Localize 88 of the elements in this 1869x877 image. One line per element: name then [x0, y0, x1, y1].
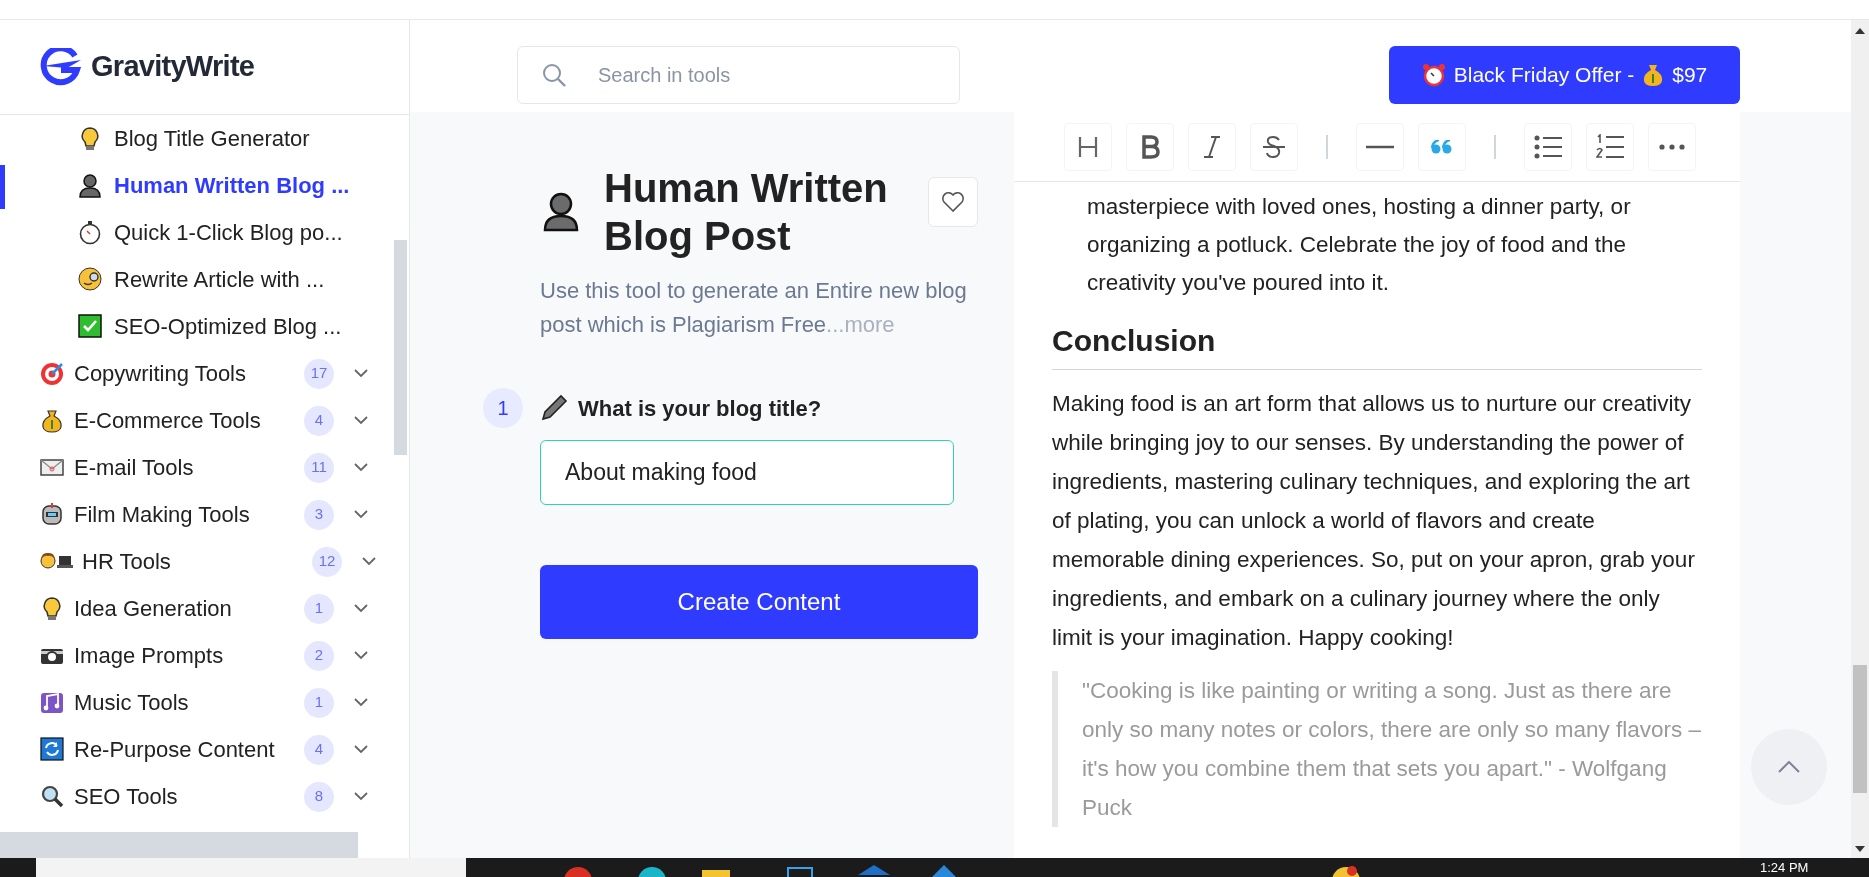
category-item[interactable]: Copywriting Tools: [74, 357, 296, 390]
scrollbar-thumb[interactable]: [1853, 665, 1867, 793]
category-item[interactable]: Idea Generation: [74, 592, 296, 625]
offer-button[interactable]: Black Friday Offer - $97: [1389, 46, 1740, 104]
favorite-button[interactable]: [928, 177, 978, 227]
count-badge: 2: [304, 640, 334, 671]
app-icon[interactable]: [636, 865, 668, 877]
logo-text: GravityWrite: [91, 49, 255, 85]
pencil-icon: [540, 394, 568, 422]
horizontal-rule-button[interactable]: [1356, 122, 1404, 171]
step-number: 1: [483, 388, 523, 428]
list-item-text: masterpiece with loved ones, hosting a dinner party, or organizing a potluck. Celebrate the joy of food and the creativity you've poured into it.: [1087, 193, 1632, 297]
chevron-down-icon[interactable]: [354, 416, 368, 425]
person-icon: [78, 172, 104, 199]
paragraph: Making food is an art form that allows us to nurture our creativity while bringing joy to our senses. By understanding the power of ingredients, mastering culinary techniques, and exploring the art of plating, you can unlock a world of flavors and create memorable dining experiences. So, put on your apron, grab your ingredients, and embark on a culinary journey where the only limit is your imagination. Happy cooking!: [1052, 390, 1696, 652]
quote-button[interactable]: [1418, 122, 1466, 171]
target-icon: [40, 360, 66, 387]
monocle-face-icon: [78, 266, 104, 293]
numbered-list-button[interactable]: [1586, 122, 1634, 171]
search-icon: [541, 62, 567, 88]
category-item[interactable]: Image Prompts: [74, 639, 296, 672]
scroll-down-arrow-icon[interactable]: [1855, 846, 1865, 852]
field-label: What is your blog title?: [578, 394, 822, 423]
chevron-down-icon[interactable]: [354, 463, 368, 472]
category-item[interactable]: Re-Purpose Content: [74, 733, 296, 766]
chevron-up-icon: [1778, 761, 1800, 773]
sidebar-item[interactable]: Quick 1-Click Blog po...: [114, 216, 343, 249]
category-item[interactable]: E-Commerce Tools: [74, 404, 296, 437]
quote: "Cooking is like painting or writing a song. Just as there are only so many notes or colors, there are only so many flavors – it's how you combine them that sets you apart." - Wolfgang Puck: [1052, 671, 1702, 827]
sidebar-item[interactable]: Blog Title Generator: [114, 122, 310, 155]
more-button[interactable]: [1648, 122, 1696, 171]
count-badge: 8: [304, 781, 334, 812]
chevron-down-icon[interactable]: [362, 557, 376, 566]
sidebar-item[interactable]: Rewrite Article with ...: [114, 263, 325, 296]
chevron-down-icon[interactable]: [354, 698, 368, 707]
heading-button[interactable]: [1064, 122, 1112, 171]
chevron-down-icon[interactable]: [354, 651, 368, 660]
numbered-list-icon: [1596, 133, 1624, 160]
sidebar-item[interactable]: Human Written Blog ...: [114, 169, 350, 202]
money-bag-icon: [1642, 63, 1665, 87]
chevron-down-icon[interactable]: [354, 510, 368, 519]
count-badge: 17: [304, 358, 334, 389]
magnifier-icon: [40, 783, 66, 810]
category-item[interactable]: Music Tools: [74, 686, 296, 719]
horizontal-rule-icon: [1366, 144, 1394, 149]
bullet-list-button[interactable]: [1524, 122, 1572, 171]
heart-icon: [941, 191, 965, 213]
italic-icon: [1202, 134, 1222, 159]
tool-title: Human Written Blog Post: [604, 165, 889, 260]
chevron-down-icon[interactable]: [354, 745, 368, 754]
folder-icon[interactable]: [700, 867, 732, 877]
chevron-down-icon[interactable]: [354, 792, 368, 801]
category-item[interactable]: Film Making Tools: [74, 498, 296, 531]
count-badge: 4: [304, 734, 334, 765]
strikethrough-button[interactable]: [1250, 122, 1298, 171]
chevron-down-icon[interactable]: [354, 604, 368, 613]
app-icon[interactable]: [784, 865, 816, 877]
bullet-list-icon: [1534, 134, 1562, 159]
category-item[interactable]: E-mail Tools: [74, 451, 296, 484]
heading-icon: [1077, 134, 1099, 159]
blog-title-field[interactable]: About making food: [540, 440, 954, 505]
bold-icon: [1140, 134, 1160, 159]
quote-icon: [1431, 139, 1453, 154]
count-badge: 4: [304, 405, 334, 436]
alarm-clock-icon: [1421, 63, 1446, 87]
chevron-down-icon[interactable]: [354, 369, 368, 378]
section-heading: Conclusion: [1052, 318, 1702, 370]
category-item[interactable]: SEO Tools: [74, 780, 296, 813]
strikethrough-icon: [1262, 134, 1286, 159]
count-badge: 3: [304, 499, 334, 530]
category-item[interactable]: HR Tools: [82, 545, 304, 578]
sidebar-item[interactable]: SEO-Optimized Blog ...: [114, 310, 342, 343]
clock-time: 1:24 PM: [1760, 860, 1809, 875]
count-badge: 1: [304, 593, 334, 624]
refresh-icon: [40, 736, 66, 763]
tool-description: Use this tool to generate an Entire new blog post which is Plagiarism Free...more: [540, 277, 968, 339]
scroll-up-arrow-icon[interactable]: [1855, 28, 1865, 34]
count-badge: 12: [312, 546, 342, 577]
more-icon: [1659, 143, 1685, 150]
count-badge: 1: [304, 687, 334, 718]
app-icon[interactable]: [1330, 865, 1362, 877]
checkbox-icon: [78, 313, 104, 340]
scrollbar-thumb[interactable]: [394, 240, 407, 455]
search-field[interactable]: Search in tools: [517, 46, 960, 104]
bold-button[interactable]: [1126, 122, 1174, 171]
count-badge: 11: [304, 452, 334, 483]
create-content-button[interactable]: Create Content: [540, 565, 978, 639]
italic-button[interactable]: [1188, 122, 1236, 171]
